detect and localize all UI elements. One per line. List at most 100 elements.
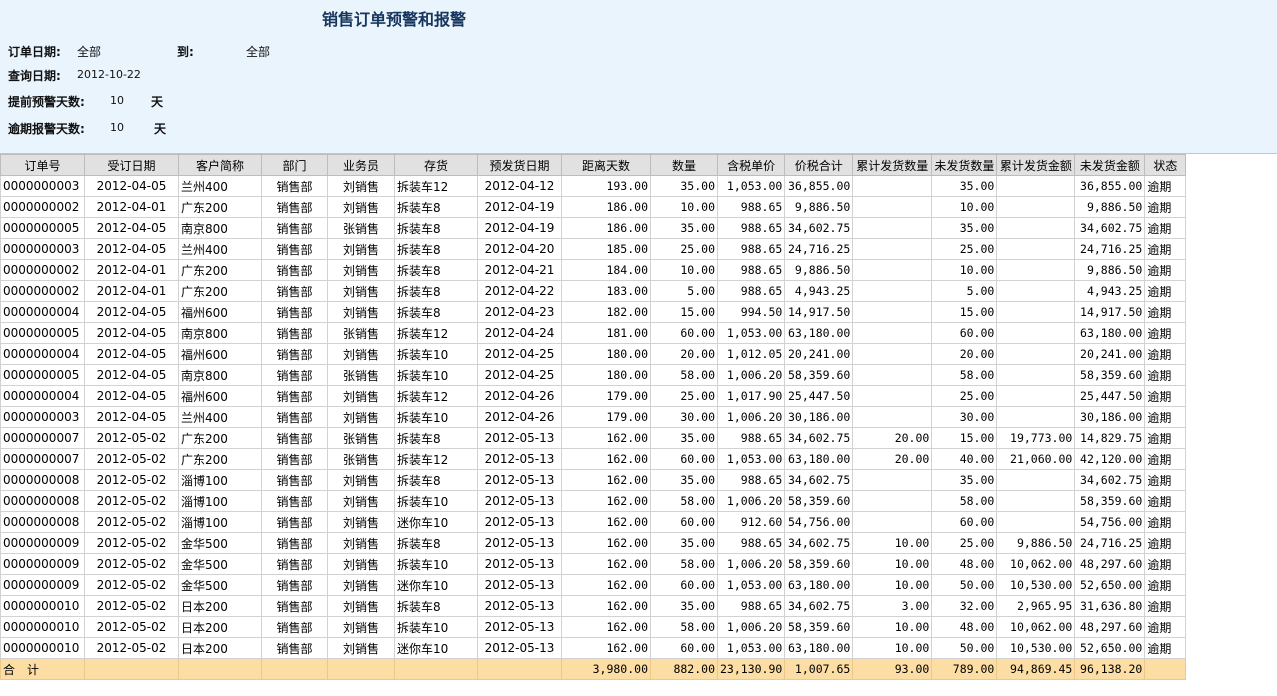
col-customer-total: [178, 658, 262, 680]
col-unshipped-amount-header[interactable]: 未发货金额: [1074, 154, 1146, 176]
table-row[interactable]: 0000000003 2012-04-05 兰州400 销售部 刘销售 拆装车8 2012-…: [0, 238, 1187, 260]
col-unshipped-qty-cell: 58.00: [931, 490, 998, 512]
col-unshipped-qty-header[interactable]: 未发货数量: [931, 154, 998, 176]
table-row[interactable]: 0000000004 2012-04-05 福州600 销售部 刘销售 拆装车12 2012…: [0, 385, 1187, 407]
col-shipped-amount-cell: [996, 511, 1076, 533]
order-date-to-value: 全部: [246, 45, 271, 59]
table-row[interactable]: 0000000008 2012-05-02 淄博100 销售部 刘销售 拆装车10 2012…: [0, 490, 1187, 512]
col-department-cell: 销售部: [261, 259, 328, 281]
col-order-date-cell: 2012-04-05: [84, 175, 179, 197]
col-inventory-header[interactable]: 存货: [394, 154, 478, 176]
table-row[interactable]: 0000000005 2012-04-05 南京800 销售部 张销售 拆装车10 2012…: [0, 364, 1187, 386]
col-planned-ship-date-cell: 2012-04-19: [477, 196, 562, 218]
col-department-header[interactable]: 部门: [261, 154, 328, 176]
col-salesperson-header[interactable]: 业务员: [327, 154, 395, 176]
col-salesperson-cell: 张销售: [327, 322, 395, 344]
col-quantity-cell: 35.00: [650, 595, 718, 617]
table-row[interactable]: 0000000009 2012-05-02 金华500 销售部 刘销售 拆装车8 2012-…: [0, 532, 1187, 554]
col-quantity-header[interactable]: 数量: [650, 154, 718, 176]
col-planned-ship-date-cell: 2012-05-13: [477, 532, 562, 554]
col-salesperson-cell: 刘销售: [327, 385, 395, 407]
table-row[interactable]: 0000000002 2012-04-01 广东200 销售部 刘销售 拆装车8 2012-…: [0, 259, 1187, 281]
col-unit-price-tax-cell: 1,006.20: [716, 553, 786, 575]
col-customer-cell: 金华500: [178, 574, 262, 596]
col-inventory-cell: 拆装车8: [394, 259, 478, 281]
table-row[interactable]: 0000000002 2012-04-01 广东200 销售部 刘销售 拆装车8 2012-…: [0, 196, 1187, 218]
table-row[interactable]: 0000000002 2012-04-01 广东200 销售部 刘销售 拆装车8 2012-…: [0, 280, 1187, 302]
col-total-with-tax-cell: 25,447.50: [784, 385, 854, 407]
col-shipped-amount-cell: [996, 175, 1076, 197]
table-row[interactable]: 0000000008 2012-05-02 淄博100 销售部 刘销售 迷你车10 2012…: [0, 511, 1187, 533]
col-planned-ship-date-header[interactable]: 预发货日期: [477, 154, 562, 176]
col-inventory-cell: 拆装车8: [394, 427, 478, 449]
table-row[interactable]: 0000000007 2012-05-02 广东200 销售部 张销售 拆装车12 2012…: [0, 448, 1187, 470]
col-order-date-total: [84, 658, 179, 680]
col-shipped-amount-cell: 10,530.00: [996, 637, 1076, 659]
col-salesperson-cell: 刘销售: [327, 616, 395, 638]
table-row[interactable]: 0000000004 2012-04-05 福州600 销售部 刘销售 拆装车10 2012…: [0, 343, 1187, 365]
col-shipped-qty-cell: 10.00: [852, 553, 933, 575]
report-grid[interactable]: 订单号 受订日期 客户简称 部门 业务员 存货 预发货日期 距离天数 数量 含税单价 价税合计 累计发…: [0, 154, 1187, 680]
col-order-no-cell: 0000000009: [0, 553, 85, 575]
advance-warn-label: 提前预警天数:: [8, 95, 85, 109]
col-inventory-cell: 拆装车12: [394, 175, 478, 197]
col-planned-ship-date-cell: 2012-04-26: [477, 406, 562, 428]
table-row[interactable]: 0000000008 2012-05-02 淄博100 销售部 刘销售 拆装车8 2012-…: [0, 469, 1187, 491]
col-unit-price-tax-cell: 988.65: [716, 595, 786, 617]
col-days-remaining-cell: 181.00: [561, 322, 651, 344]
col-unit-price-tax-cell: 994.50: [716, 301, 786, 323]
col-shipped-amount-header[interactable]: 累计发货金额: [996, 154, 1076, 176]
table-row[interactable]: 0000000009 2012-05-02 金华500 销售部 刘销售 迷你车10 2012…: [0, 574, 1187, 596]
col-unit-price-tax-cell: 1,012.05: [716, 343, 786, 365]
col-salesperson-cell: 刘销售: [327, 490, 395, 512]
col-unit-price-tax-header[interactable]: 含税单价: [716, 154, 786, 176]
col-order-no-header[interactable]: 订单号: [0, 154, 85, 176]
table-row[interactable]: 0000000003 2012-04-05 兰州400 销售部 刘销售 拆装车12 2012…: [0, 175, 1187, 197]
col-status-cell: 逾期: [1144, 448, 1187, 470]
col-salesperson-cell: 刘销售: [327, 637, 395, 659]
col-order-date-cell: 2012-05-02: [84, 469, 179, 491]
col-unshipped-amount-cell: 14,829.75: [1074, 427, 1146, 449]
col-unit-price-tax-cell: 1,053.00: [716, 322, 786, 344]
col-status-header[interactable]: 状态: [1144, 154, 1187, 176]
col-quantity-cell: 35.00: [650, 469, 718, 491]
table-row[interactable]: 0000000007 2012-05-02 广东200 销售部 张销售 拆装车8 2012-…: [0, 427, 1187, 449]
col-inventory-cell: 迷你车10: [394, 637, 478, 659]
col-customer-cell: 广东200: [178, 280, 262, 302]
col-days-remaining-header[interactable]: 距离天数: [561, 154, 651, 176]
col-order-no-cell: 0000000005: [0, 217, 85, 239]
table-row[interactable]: 0000000003 2012-04-05 兰州400 销售部 刘销售 拆装车10 2012…: [0, 406, 1187, 428]
col-status-cell: 逾期: [1144, 301, 1187, 323]
table-row[interactable]: 0000000010 2012-05-02 日本200 销售部 刘销售 拆装车8 2012-…: [0, 595, 1187, 617]
table-row[interactable]: 0000000009 2012-05-02 金华500 销售部 刘销售 拆装车10 2012…: [0, 553, 1187, 575]
col-order-date-cell: 2012-04-01: [84, 280, 179, 302]
col-total-with-tax-header[interactable]: 价税合计: [784, 154, 854, 176]
col-unshipped-amount-cell: 34,602.75: [1074, 217, 1146, 239]
table-row[interactable]: 0000000005 2012-04-05 南京800 销售部 张销售 拆装车12 2012…: [0, 322, 1187, 344]
col-customer-cell: 广东200: [178, 427, 262, 449]
to-label: 到:: [177, 45, 194, 59]
table-row[interactable]: 0000000005 2012-04-05 南京800 销售部 张销售 拆装车8 2012-…: [0, 217, 1187, 239]
col-status-cell: 逾期: [1144, 217, 1187, 239]
col-order-no-cell: 0000000005: [0, 364, 85, 386]
col-shipped-qty-header[interactable]: 累计发货数量: [852, 154, 933, 176]
col-quantity-cell: 35.00: [650, 532, 718, 554]
col-days-remaining-cell: 162.00: [561, 616, 651, 638]
col-shipped-amount-cell: [996, 301, 1076, 323]
col-order-date-cell: 2012-05-02: [84, 637, 179, 659]
col-order-date-header[interactable]: 受订日期: [84, 154, 179, 176]
col-total-with-tax-cell: 34,602.75: [784, 427, 854, 449]
col-inventory-cell: 拆装车12: [394, 385, 478, 407]
table-row[interactable]: 0000000010 2012-05-02 日本200 销售部 刘销售 拆装车10 2012…: [0, 616, 1187, 638]
col-inventory-cell: 拆装车8: [394, 196, 478, 218]
col-planned-ship-date-cell: 2012-04-25: [477, 364, 562, 386]
col-quantity-cell: 25.00: [650, 238, 718, 260]
table-row[interactable]: 0000000004 2012-04-05 福州600 销售部 刘销售 拆装车8 2012-…: [0, 301, 1187, 323]
col-customer-header[interactable]: 客户简称: [178, 154, 262, 176]
col-customer-cell: 南京800: [178, 217, 262, 239]
col-status-cell: 逾期: [1144, 280, 1187, 302]
col-shipped-qty-cell: [852, 343, 933, 365]
col-unshipped-amount-cell: 42,120.00: [1074, 448, 1146, 470]
table-row[interactable]: 0000000010 2012-05-02 日本200 销售部 刘销售 迷你车10 2012…: [0, 637, 1187, 659]
col-inventory-cell: 拆装车10: [394, 343, 478, 365]
